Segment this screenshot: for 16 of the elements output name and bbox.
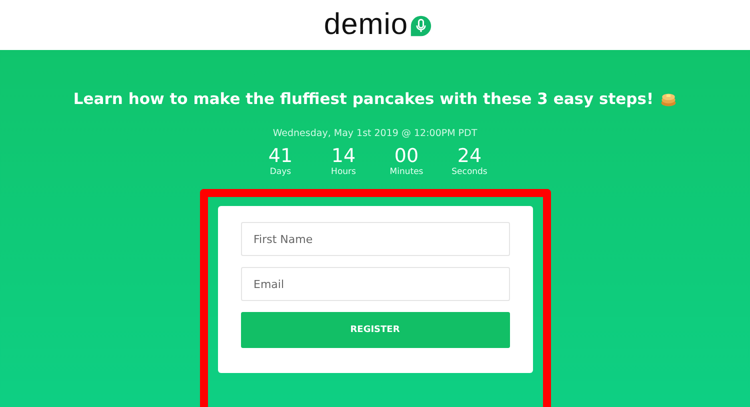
countdown-value: 14 — [331, 145, 356, 167]
countdown-unit: Seconds — [452, 167, 488, 177]
countdown-unit: Days — [270, 167, 292, 177]
pancake-icon — [660, 90, 677, 108]
countdown-value: 00 — [394, 145, 419, 167]
countdown-unit: Hours — [331, 167, 356, 177]
logo-text: demio — [324, 10, 408, 40]
countdown-unit: Minutes — [390, 167, 424, 177]
event-title: Learn how to make the fluffiest pancakes with these 3 easy steps! — [73, 90, 654, 108]
register-button[interactable]: REGISTER — [240, 312, 510, 348]
event-date: Wednesday, May 1st 2019 @ 12:00PM PDT — [272, 128, 478, 139]
input-field[interactable]: Email — [240, 267, 510, 301]
countdown-value: 24 — [457, 145, 482, 167]
input-field[interactable]: First Name — [240, 222, 510, 256]
countdown-value: 41 — [268, 145, 293, 167]
microphone-bubble-icon — [410, 15, 432, 37]
